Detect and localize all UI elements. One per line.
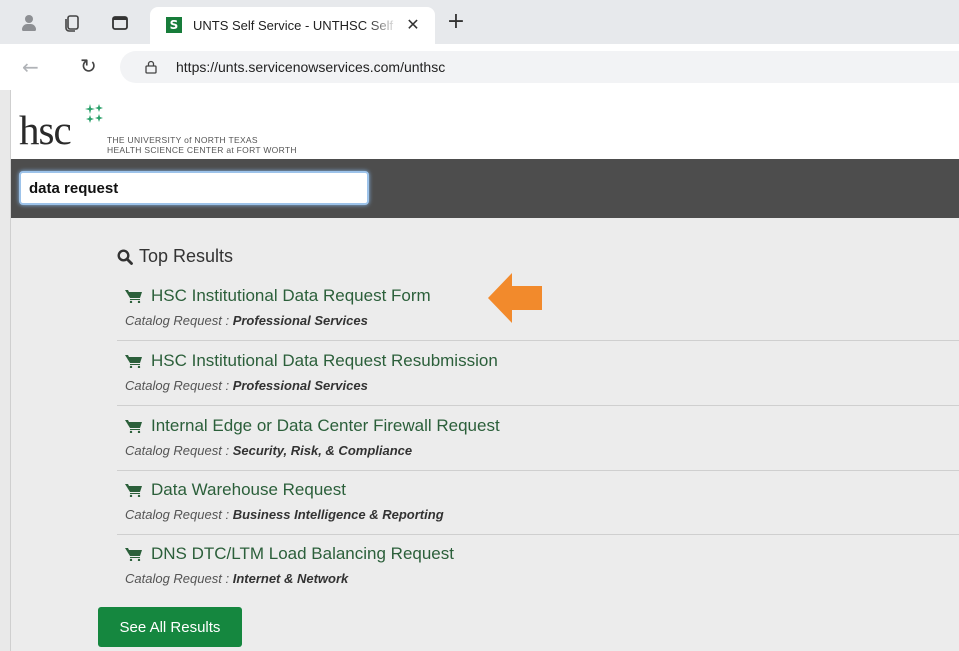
result-category-name: Professional Services (232, 378, 368, 393)
new-tab-icon[interactable]: + (444, 10, 468, 34)
result-category-name: Business Intelligence & Reporting (232, 507, 444, 522)
cart-icon (125, 290, 142, 303)
page-content: hsc THE UNIVERSITY of NORTH TEXAS HEALTH… (10, 90, 959, 651)
hsc-logo[interactable]: hsc (19, 106, 72, 154)
back-arrow-icon[interactable]: ← (22, 55, 39, 79)
search-results-panel: Top Results HSC Institutional Data Reque… (11, 218, 959, 651)
result-title[interactable]: DNS DTC/LTM Load Balancing Request (151, 544, 454, 564)
results-heading-label: Top Results (139, 246, 234, 266)
result-link[interactable]: DNS DTC/LTM Load Balancing Request (125, 544, 454, 564)
result-link[interactable]: Data Warehouse Request (125, 480, 346, 500)
result-category-name: Internet & Network (232, 571, 349, 586)
result-category: Catalog Request : Security, Risk, & Comp… (125, 443, 413, 458)
results-heading: Top Results (117, 246, 233, 267)
result-category: Catalog Request : Professional Services (125, 378, 368, 393)
result-title[interactable]: Data Warehouse Request (151, 480, 346, 500)
result-item[interactable]: Internal Edge or Data Center Firewall Re… (117, 406, 959, 471)
close-tab-icon[interactable]: ✕ (402, 14, 424, 36)
cart-icon (125, 548, 142, 561)
result-item[interactable]: Data Warehouse Request Catalog Request :… (117, 470, 959, 535)
logo-tagline-2: HEALTH SCIENCE CENTER at FORT WORTH (107, 145, 297, 155)
tab-title: UNTS Self Service - UNTHSC Self Service (193, 18, 398, 33)
logo-tagline-1: THE UNIVERSITY of NORTH TEXAS (107, 135, 258, 145)
result-category: Catalog Request : Internet & Network (125, 571, 349, 586)
result-title[interactable]: HSC Institutional Data Request Form (151, 286, 431, 306)
result-link[interactable]: HSC Institutional Data Request Form (125, 286, 431, 306)
address-bar: ← ↻ https://unts.servicenowservices.com/… (0, 44, 959, 90)
result-title[interactable]: Internal Edge or Data Center Firewall Re… (151, 416, 500, 436)
lock-icon[interactable] (144, 60, 158, 74)
annotation-arrow-icon (488, 273, 542, 323)
profile-icon[interactable] (20, 14, 38, 32)
result-title[interactable]: HSC Institutional Data Request Resubmiss… (151, 351, 498, 371)
cart-icon (125, 484, 142, 497)
active-tab[interactable]: S UNTS Self Service - UNTHSC Self Servic… (150, 7, 435, 44)
reload-icon[interactable]: ↻ (80, 54, 97, 78)
cart-icon (125, 355, 142, 368)
result-link[interactable]: HSC Institutional Data Request Resubmiss… (125, 351, 498, 371)
result-item[interactable]: HSC Institutional Data Request Resubmiss… (117, 341, 959, 406)
search-input[interactable] (19, 171, 369, 205)
search-icon (117, 248, 133, 265)
search-band (11, 159, 959, 218)
result-category-name: Security, Risk, & Compliance (232, 443, 413, 458)
brand-header: hsc THE UNIVERSITY of NORTH TEXAS HEALTH… (11, 90, 959, 159)
workspaces-icon[interactable] (63, 14, 81, 32)
browser-tab-bar: S UNTS Self Service - UNTHSC Self Servic… (0, 0, 959, 44)
result-link[interactable]: Internal Edge or Data Center Firewall Re… (125, 416, 500, 436)
omnibox[interactable]: https://unts.servicenowservices.com/unth… (120, 51, 959, 83)
result-category: Catalog Request : Professional Services (125, 313, 368, 328)
logo-stars-icon (85, 104, 103, 123)
see-all-results-button[interactable]: See All Results (98, 607, 242, 647)
site-favicon-icon: S (166, 17, 182, 33)
cart-icon (125, 420, 142, 433)
tab-actions-icon[interactable] (111, 14, 129, 32)
result-item[interactable]: DNS DTC/LTM Load Balancing Request Catal… (117, 534, 959, 598)
result-category: Catalog Request : Business Intelligence … (125, 507, 444, 522)
url-text[interactable]: https://unts.servicenowservices.com/unth… (176, 59, 445, 75)
result-category-name: Professional Services (232, 313, 368, 328)
